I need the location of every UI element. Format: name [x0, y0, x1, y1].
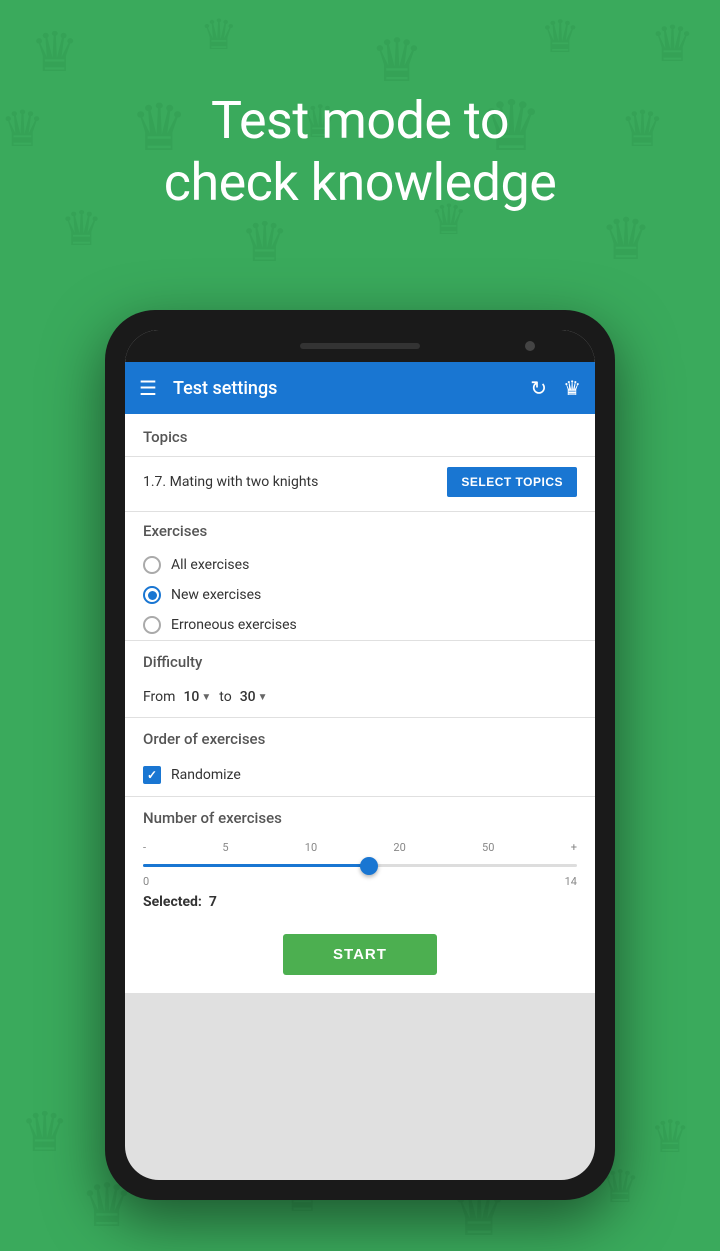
phone-speaker: [300, 343, 420, 349]
from-label: From: [143, 689, 175, 705]
radio-all-exercises[interactable]: All exercises: [143, 550, 577, 580]
phone-device: ☰ Test settings ↻ ♛ Topics 1.7. Mating w…: [105, 310, 615, 1200]
bottom-area: [125, 993, 595, 1053]
refresh-icon[interactable]: ↻: [530, 376, 547, 400]
exercises-section: Exercises All exercises New exercises Er…: [125, 512, 595, 640]
slider-mark-50: 50: [482, 841, 494, 854]
radio-new-circle: [143, 586, 161, 604]
app-bar-title: Test settings: [173, 378, 514, 399]
slider-fill: [143, 864, 369, 867]
content-area: Topics 1.7. Mating with two knights SELE…: [125, 414, 595, 993]
to-arrow-icon: ▼: [258, 692, 268, 703]
slider-mark-20: 20: [393, 841, 405, 854]
radio-new-exercises[interactable]: New exercises: [143, 580, 577, 610]
slider-track: [143, 864, 577, 867]
app-bar: ☰ Test settings ↻ ♛: [125, 362, 595, 414]
radio-all-circle: [143, 556, 161, 574]
slider-marks: - 5 10 20 50 +: [143, 837, 577, 860]
slider-thumb[interactable]: [360, 857, 378, 875]
app-bar-actions: ↻ ♛: [530, 376, 581, 400]
topics-section-title: Topics: [143, 428, 577, 446]
select-topics-button[interactable]: SELECT TOPICS: [447, 467, 577, 497]
slider-max-label: 14: [565, 875, 577, 888]
from-dropdown[interactable]: 10 ▼: [183, 689, 211, 705]
radio-erroneous-circle: [143, 616, 161, 634]
radio-all-label: All exercises: [171, 557, 249, 573]
topics-row: 1.7. Mating with two knights SELECT TOPI…: [125, 457, 595, 511]
slider-mark-plus: +: [571, 841, 577, 854]
selected-value: 7: [209, 894, 217, 910]
radio-erroneous-exercises[interactable]: Erroneous exercises: [143, 610, 577, 640]
difficulty-row: From 10 ▼ to 30 ▼: [143, 681, 577, 717]
order-section: Order of exercises ✓ Randomize: [125, 718, 595, 796]
current-topic: 1.7. Mating with two knights: [143, 474, 318, 490]
radio-new-label: New exercises: [171, 587, 261, 603]
logo-icon[interactable]: ♛: [563, 376, 581, 400]
slider-mark-5: 5: [222, 841, 228, 854]
start-button-container: START: [125, 920, 595, 993]
slider-container[interactable]: [143, 860, 577, 871]
to-value: 30: [240, 689, 256, 705]
topics-section: Topics: [125, 414, 595, 446]
from-value: 10: [183, 689, 199, 705]
number-section-title: Number of exercises: [143, 809, 577, 827]
slider-min-label: 0: [143, 875, 149, 888]
radio-erroneous-label: Erroneous exercises: [171, 617, 297, 633]
to-label: to: [219, 689, 231, 705]
phone-camera: [525, 341, 535, 351]
exercises-section-title: Exercises: [143, 522, 577, 540]
order-section-title: Order of exercises: [143, 730, 577, 748]
slider-mark-minus: -: [143, 841, 146, 854]
randomize-checkbox[interactable]: ✓: [143, 766, 161, 784]
phone-notch: [125, 330, 595, 362]
page-title: Test mode to check knowledge: [0, 90, 720, 215]
randomize-label: Randomize: [171, 767, 241, 783]
difficulty-section: Difficulty From 10 ▼ to 30 ▼: [125, 641, 595, 717]
start-button[interactable]: START: [283, 934, 437, 975]
checkmark-icon: ✓: [147, 768, 157, 782]
menu-icon[interactable]: ☰: [139, 376, 157, 400]
selected-label: Selected:: [143, 894, 202, 910]
number-section: Number of exercises - 5 10 20 50 + 0: [125, 797, 595, 920]
randomize-row[interactable]: ✓ Randomize: [143, 758, 577, 796]
selected-count: Selected: 7: [143, 888, 577, 920]
difficulty-section-title: Difficulty: [143, 653, 577, 671]
from-arrow-icon: ▼: [201, 692, 211, 703]
slider-range-labels: 0 14: [143, 875, 577, 888]
slider-mark-10: 10: [305, 841, 317, 854]
to-dropdown[interactable]: 30 ▼: [240, 689, 268, 705]
